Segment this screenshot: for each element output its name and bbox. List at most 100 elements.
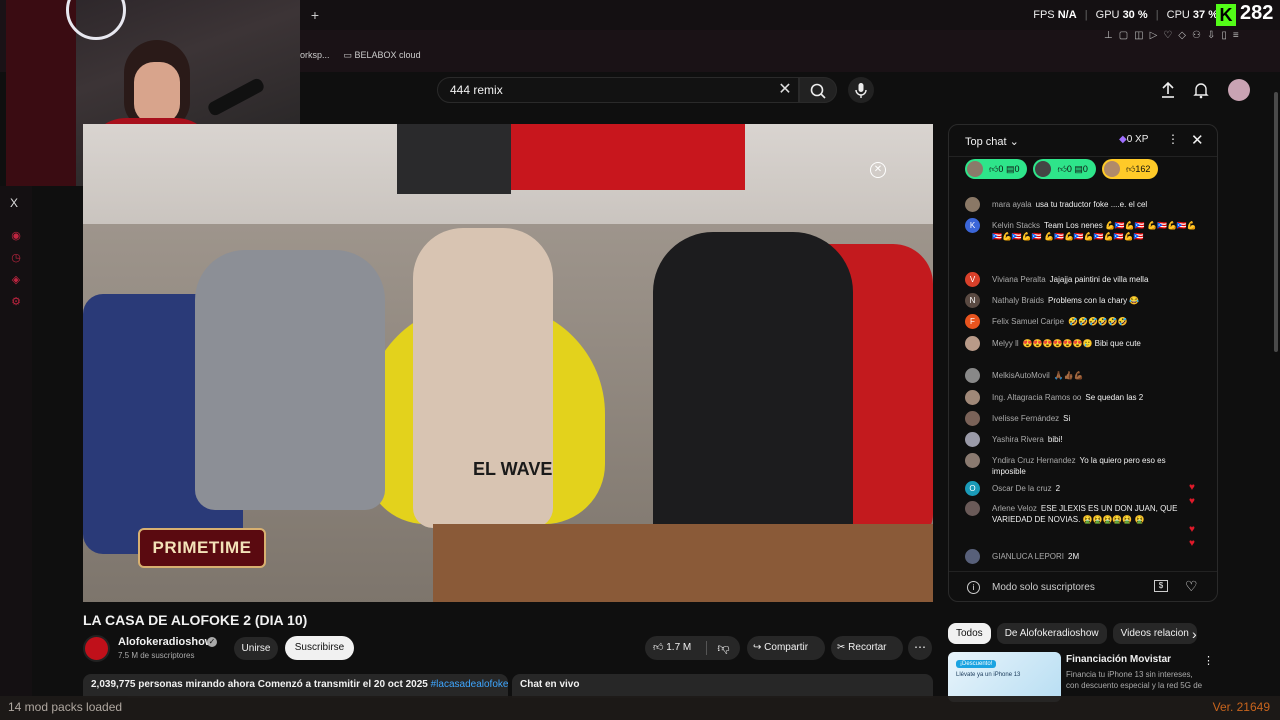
chat-text: Si [1063,414,1071,423]
chip-related[interactable]: Videos relacion [1112,623,1197,644]
ticker-item[interactable]: 👍︎162 [1101,159,1159,179]
chat-author: Kelvin Stacks [992,221,1041,230]
chat-author: GIANLUCA LEPORI [992,552,1065,561]
download-icon[interactable]: ⇩ [1207,30,1215,44]
chat-mode-label: Top chat [965,136,1007,148]
verified-icon: ✓ [207,637,217,647]
puzzle-icon[interactable]: ◇ [1178,30,1186,44]
like-icon: 👍︎ [653,642,667,653]
shield-icon[interactable]: ◫ [1134,30,1143,44]
more-vert-icon[interactable]: ⋮ [1203,654,1214,667]
clip-button[interactable]: ✂ Recortar [831,636,903,660]
crop-icon[interactable]: ▢ [1119,30,1128,44]
dislike-icon: 👎︎ [717,641,730,655]
more-vert-icon[interactable]: ⋮ [1167,132,1179,146]
more-icon[interactable]: ⋯ [908,636,932,660]
user-icon[interactable]: ⚇ [1192,30,1201,44]
x-icon[interactable]: X [10,196,18,210]
bell-icon[interactable] [1191,80,1211,100]
chat-bubble-icon[interactable]: ◈ [10,274,22,286]
heart-icon[interactable]: ♡ [1185,578,1203,596]
account-avatar[interactable] [1228,79,1250,101]
play-icon[interactable]: ▷ [1150,30,1158,44]
voice-search-button[interactable] [848,77,874,103]
thumb-caption: Llévate ya un iPhone 13 [956,672,1021,678]
chip-channel[interactable]: De Alofokeradioshow [996,623,1107,644]
page-scrollbar[interactable] [1272,72,1280,692]
share-icon: ↪ [753,642,765,653]
chat-author: Oscar De la cruz [992,484,1052,493]
live-chat-panel: Top chat ⌄ ◆0 XP ⋮ ✕ 👍︎0 ▤0 👍︎0 ▤0 👍︎162… [948,124,1218,602]
circle-icon[interactable]: ◉ [10,230,22,242]
upload-icon[interactable] [1158,80,1178,100]
bookmarks-bar: orksp... ▭ BELABOX cloud [300,50,421,61]
channel-avatar[interactable] [83,635,110,662]
thumb-badge: ¡Descuento! [956,660,997,668]
join-button[interactable]: Unirse [234,637,278,660]
chat-author: mara ayala [992,200,1032,209]
chat-author: Yashira Rivera [992,435,1044,444]
new-tab-button[interactable]: + [306,6,324,24]
mic-icon [855,83,867,98]
start-date-text: Comenzó a transmitir el 20 oct 2025 [257,679,428,690]
chat-live-bar[interactable]: Chat en vivo [512,674,933,698]
status-bar: 14 mod packs loaded Ver. 21649 [0,696,1280,720]
page-icon: ▭ [343,50,355,60]
subscribers-only-text: Modo solo suscriptores [992,582,1095,593]
video-player[interactable]: EL WAVE ✕ PRIMETIME [83,124,933,602]
chat-author: MelkisAutoMovil [992,371,1050,380]
close-icon[interactable]: ✕ [776,80,794,100]
avatar [965,549,980,564]
ticker-likes: 0 [1066,164,1072,174]
heart-ext-icon[interactable]: ♡ [1163,30,1172,44]
chat-mode-dropdown[interactable]: Top chat ⌄ [965,135,1019,148]
chat-text: Jajajja paintini de villa mella [1049,275,1149,284]
like-count: 1.7 M [666,642,692,653]
avatar [965,197,980,212]
description-box[interactable]: 2,039,775 personas mirando ahora Comenzó… [83,674,508,698]
floating-hearts: ♥ ♥ ♥ ♥ [1189,482,1195,549]
close-icon[interactable]: ✕ [870,162,886,178]
xp-label: 0 XP [1126,134,1149,145]
chip-all[interactable]: Todos [948,623,991,644]
clock-icon[interactable]: ◷ [10,252,22,264]
chat-footer: i Modo solo suscriptores $ ♡ [949,571,1217,601]
chat-text: 😍😍😍😍😍😍🥲 Bibi que cute [1022,339,1141,348]
viewer-count: 282 [1240,2,1274,24]
beanbag-text: EL WAVE [473,459,553,479]
bookmark-item[interactable]: ▭ BELABOX cloud [344,50,421,61]
chevron-right-icon[interactable]: › [1192,626,1208,642]
chat-author: Nathaly Braids [992,296,1045,305]
extension-icons: ⊥ ▢ ◫ ▷ ♡ ◇ ⚇ ⇩ ▯ ≡ [1104,30,1280,44]
chat-author: Yndira Cruz Hernandez [992,456,1076,465]
subscriber-count: 7.5 M de suscriptores [118,651,195,660]
pin-icon[interactable]: ⊥ [1104,30,1113,44]
share-button[interactable]: ↪ Compartir [747,636,825,660]
ticker-item[interactable]: 👍︎0 ▤0 [965,159,1028,179]
sidebar-icon[interactable]: ▯ [1221,30,1227,44]
chat-text: bibi! [1047,435,1063,444]
scissors-icon: ✂ [837,642,849,653]
gear-icon[interactable]: ⚙ [10,296,22,308]
channel-name[interactable]: Alofokeradioshow [118,636,213,648]
menu-icon[interactable]: ≡ [1233,30,1239,44]
chat-author: Viviana Peralta [992,275,1046,284]
chat-messages: mara ayala usa tu traductor foke ....e. e… [949,185,1211,567]
avatar: O [965,481,980,496]
subscribe-button[interactable]: Suscribirse [285,636,354,660]
hashtags[interactable]: #lacasadealofoke #alo [431,679,508,690]
share-label: Compartir [764,642,809,653]
search-input[interactable] [450,83,770,97]
search-button[interactable] [799,77,837,103]
dislike-button[interactable]: 👎︎ [707,636,740,660]
super-chat-icon[interactable]: $ [1154,580,1168,592]
clip-label: Recortar [848,642,887,653]
recommendation-title[interactable]: Financiación Movistar [1066,654,1171,665]
recommendation-thumbnail[interactable]: ¡Descuento! Llévate ya un iPhone 13 [948,652,1061,702]
bookmark-item[interactable]: orksp... [300,50,330,61]
xp-badge[interactable]: ◆0 XP [1119,134,1148,145]
close-icon[interactable]: ✕ [1191,131,1204,149]
ticker-item[interactable]: 👍︎0 ▤0 [1033,159,1096,179]
info-icon[interactable]: i [967,581,980,594]
like-button[interactable]: 👍︎ 1.7 M [645,636,705,660]
